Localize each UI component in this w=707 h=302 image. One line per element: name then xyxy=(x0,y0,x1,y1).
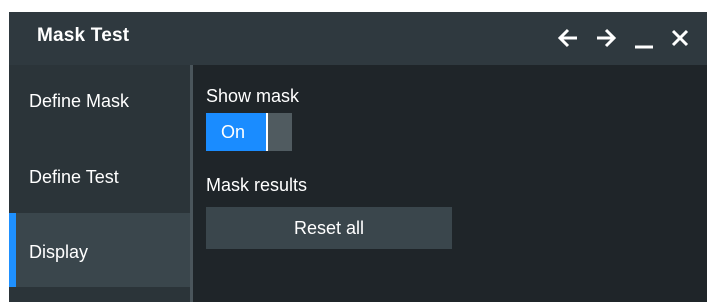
show-mask-label: Show mask xyxy=(206,86,300,106)
title-bar: Mask Test xyxy=(9,12,707,65)
display-panel: Show mask On Mask results Reset all xyxy=(193,65,707,302)
arrow-right-icon[interactable] xyxy=(595,27,617,49)
sidebar: Define Mask Define Test Display xyxy=(9,65,190,302)
sidebar-item-label: Define Test xyxy=(29,167,119,187)
sidebar-item-define-test[interactable]: Define Test xyxy=(9,139,190,213)
show-mask-toggle[interactable]: On xyxy=(206,113,292,151)
active-indicator xyxy=(9,213,16,287)
mask-results-label: Mask results xyxy=(206,175,308,195)
reset-all-button[interactable]: Reset all xyxy=(206,207,452,249)
arrow-left-icon[interactable] xyxy=(557,27,579,49)
toggle-value: On xyxy=(221,122,246,142)
minimize-icon[interactable] xyxy=(633,27,655,49)
sidebar-item-label: Define Mask xyxy=(29,91,130,111)
sidebar-item-define-mask[interactable]: Define Mask xyxy=(9,65,190,139)
close-icon[interactable] xyxy=(669,27,691,49)
mask-test-dialog: Mask Test Define Mask Define Test Displa… xyxy=(9,12,707,302)
toggle-on-segment: On xyxy=(206,113,268,151)
sidebar-item-label: Display xyxy=(29,242,89,262)
sidebar-item-display[interactable]: Display xyxy=(9,213,190,287)
dialog-title: Mask Test xyxy=(37,25,130,46)
